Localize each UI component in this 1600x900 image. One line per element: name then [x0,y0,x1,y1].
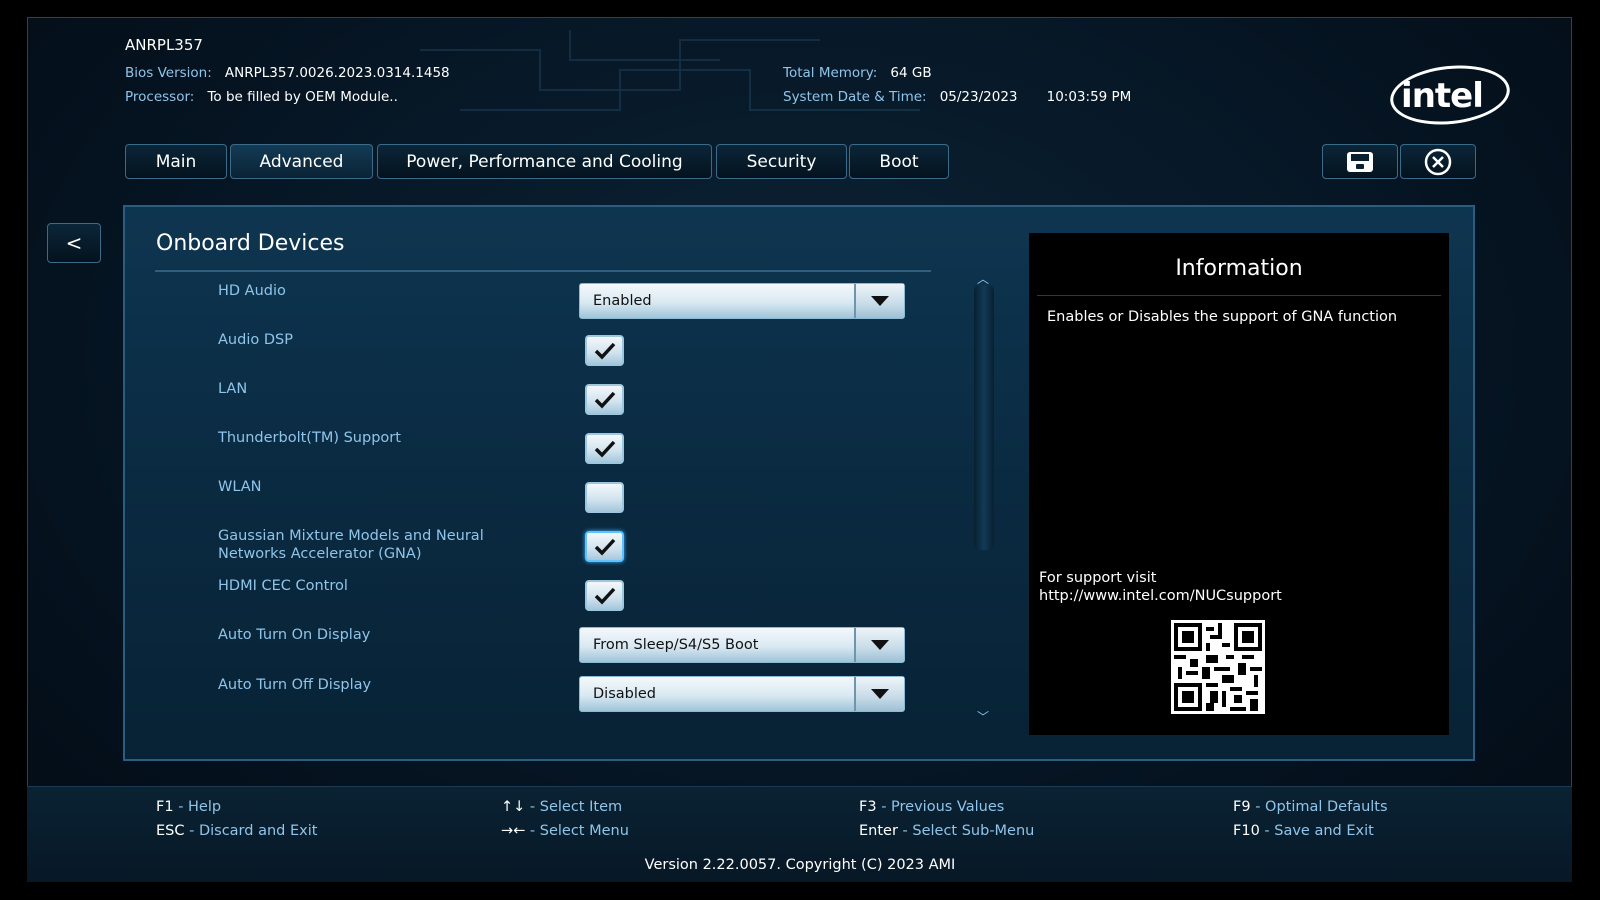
tab-power-performance-cooling[interactable]: Power, Performance and Cooling [377,144,712,179]
processor-label: Processor: [125,89,195,105]
checkmark-icon [594,440,615,458]
exit-button[interactable] [1400,144,1476,179]
esc-desc: Discard and Exit [198,823,318,839]
bios-version-row: Bios Version: ANRPL357.0026.2023.0314.14… [125,62,450,81]
qr-code-image [1174,623,1262,711]
support-url: http://www.intel.com/NUCsupport [1039,588,1282,604]
thunderbolt-label: Thunderbolt(TM) Support [218,430,401,446]
support-line-1: For support visit [1039,570,1157,586]
dropdown-button[interactable] [854,284,904,318]
f10-key: F10 [1233,823,1260,839]
checkmark-icon [594,538,615,556]
f9-key: F9 [1233,799,1251,815]
gna-checkbox[interactable] [585,531,624,562]
checkmark-icon [594,587,615,605]
section-title: Onboard Devices [156,231,345,256]
updown-arrows: ↑↓ [501,799,526,815]
chevron-down-icon [871,640,889,650]
select-submenu-hint: Enter - Select Sub-Menu [859,823,1035,839]
f3-desc: Previous Values [891,799,1005,815]
tab-security[interactable]: Security [716,144,847,179]
support-text: For support visit http://www.intel.com/N… [1039,569,1282,605]
leftright-arrows: →← [501,823,526,839]
auto-turn-on-label: Auto Turn On Display [218,627,371,643]
auto-turn-on-dropdown[interactable]: From Sleep/S4/S5 Boot [579,627,905,663]
section-divider [155,270,931,272]
dropdown-button[interactable] [854,628,904,662]
select-item-desc: Select Item [539,799,623,815]
checkmark-icon [594,391,615,409]
intel-logo-text: intel [1401,75,1483,116]
auto-turn-off-label: Auto Turn Off Display [218,677,372,693]
wlan-checkbox[interactable] [585,482,624,513]
bios-version-label: Bios Version: [125,65,212,81]
hd-audio-dropdown[interactable]: Enabled [579,283,905,319]
board-name: ANRPL357 [125,36,203,54]
processor-row: Processor: To be filled by OEM Module.. [125,86,398,105]
esc-key: ESC [156,823,185,839]
memory-row: Total Memory: 64 GB [783,62,932,81]
wlan-label: WLAN [218,479,262,495]
close-circle-icon [1424,148,1452,175]
auto-turn-off-value: Disabled [593,686,656,702]
hdmi-cec-label: HDMI CEC Control [218,578,348,594]
bios-version-value: ANRPL357.0026.2023.0314.1458 [224,65,450,81]
select-item-hint: ↑↓ - Select Item [501,799,623,815]
audio-dsp-checkbox[interactable] [585,335,624,366]
information-text: Enables or Disables the support of GNA f… [1047,309,1398,325]
previous-values-hint: F3 - Previous Values [859,799,1005,815]
f9-desc: Optimal Defaults [1265,799,1388,815]
scroll-down-icon[interactable]: ﹀ [977,708,989,725]
information-divider [1037,295,1441,296]
select-menu-desc: Select Menu [539,823,629,839]
date-value: 05/23/2023 [939,89,1018,105]
help-key-hint: F1 - Help [156,799,222,815]
tab-boot[interactable]: Boot [849,144,949,179]
checkmark-icon [594,342,615,360]
select-menu-hint: →← - Select Menu [501,823,629,839]
f10-desc: Save and Exit [1274,823,1374,839]
save-exit-hint: F10 - Save and Exit [1233,823,1374,839]
f1-desc: Help [188,799,222,815]
version-text: Version 2.22.0057. Copyright (C) 2023 AM… [644,857,956,873]
lan-checkbox[interactable] [585,384,624,415]
memory-value: 64 GB [890,65,932,81]
information-panel: Information Enables or Disables the supp… [1029,233,1449,735]
hd-audio-value: Enabled [593,293,652,309]
hdmi-cec-checkbox[interactable] [585,580,624,611]
time-value: 10:03:59 PM [1046,89,1132,105]
enter-key: Enter [859,823,898,839]
auto-turn-on-value: From Sleep/S4/S5 Boot [593,637,759,653]
f3-key: F3 [859,799,877,815]
dropdown-button[interactable] [854,677,904,711]
chevron-down-icon [871,689,889,699]
hd-audio-label: HD Audio [218,283,286,299]
memory-label: Total Memory: [783,65,878,81]
enter-desc: Select Sub-Menu [912,823,1035,839]
processor-value: To be filled by OEM Module.. [207,89,398,105]
tab-advanced[interactable]: Advanced [230,144,373,179]
auto-turn-off-dropdown[interactable]: Disabled [579,676,905,712]
datetime-row: System Date & Time: 05/23/2023 10:03:59 … [783,86,1131,105]
f1-key: F1 [156,799,174,815]
gna-label: Gaussian Mixture Models and Neural Netwo… [218,528,484,562]
esc-key-hint: ESC - Discard and Exit [156,823,318,839]
information-title: Information [1175,256,1303,281]
scrollbar[interactable] [974,285,994,550]
chevron-down-icon [871,296,889,306]
tab-main[interactable]: Main [125,144,227,179]
datetime-label: System Date & Time: [783,89,927,105]
lan-label: LAN [218,381,248,397]
optimal-defaults-hint: F9 - Optimal Defaults [1233,799,1388,815]
thunderbolt-checkbox[interactable] [585,433,624,464]
save-button[interactable] [1322,144,1398,179]
back-button[interactable]: < [47,223,101,263]
audio-dsp-label: Audio DSP [218,332,293,348]
qr-code [1171,620,1265,714]
save-icon [1347,151,1373,172]
